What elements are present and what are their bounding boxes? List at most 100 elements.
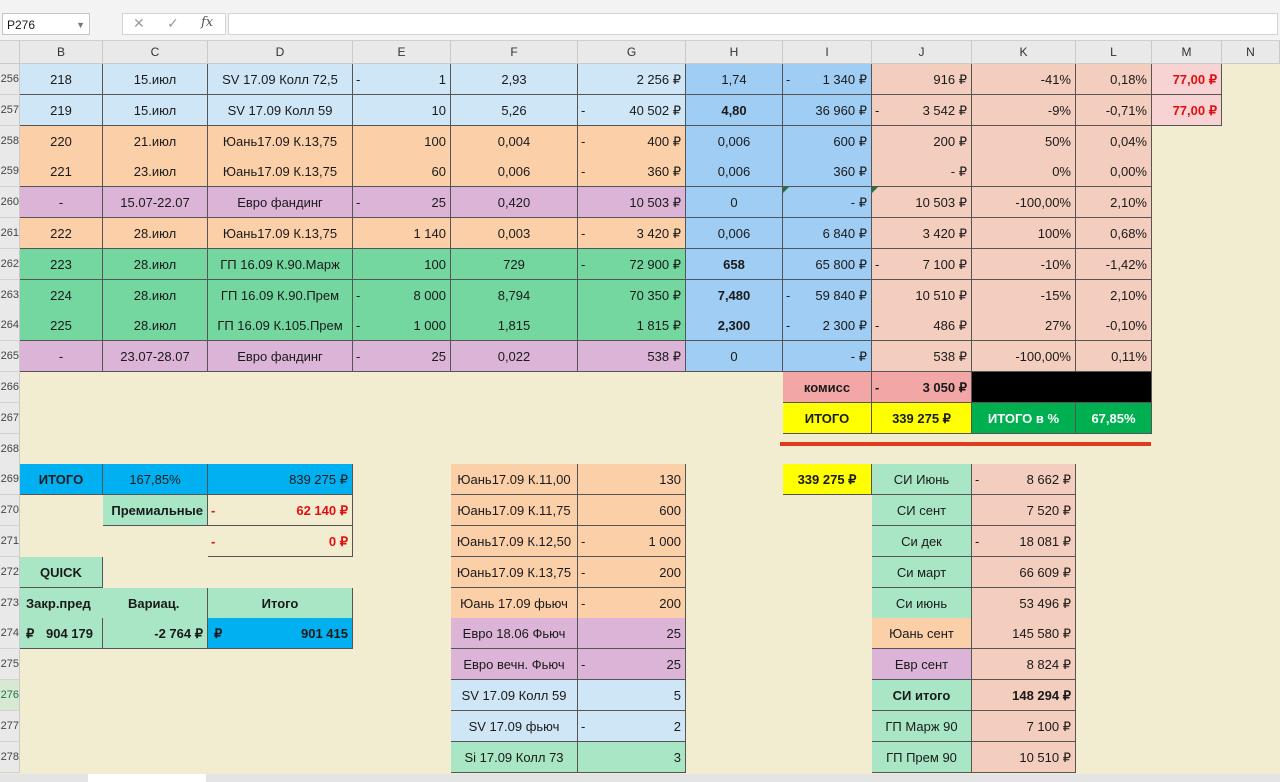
amount-cell[interactable]: 1 815 ₽	[578, 310, 686, 342]
price-cell[interactable]: 8,794	[451, 279, 578, 311]
share-cell[interactable]: 0,04%	[1076, 125, 1152, 157]
share-cell[interactable]: 0,11%	[1076, 341, 1152, 373]
position-qty-cell[interactable]: - 200	[578, 556, 686, 588]
share-cell[interactable]: 0,68%	[1076, 218, 1152, 249]
total-label[interactable]: ИТОГО	[783, 402, 872, 434]
contract-name-cell[interactable]: Си июнь	[872, 587, 972, 619]
position-name-cell[interactable]: Евро вечн. Фьюч	[451, 649, 578, 681]
price-cell[interactable]: 729	[451, 248, 578, 280]
position-qty-cell[interactable]: 130	[578, 464, 686, 496]
row-header-272[interactable]: 272	[0, 556, 20, 588]
position-name-cell[interactable]: Юань 17.09 фьюч	[451, 587, 578, 619]
price-cell[interactable]: 1,815	[451, 310, 578, 342]
instrument-cell[interactable]: Евро фандинг	[208, 187, 353, 219]
percent-cell[interactable]: -100,00%	[972, 187, 1076, 219]
trade-date-cell[interactable]: 21.июл	[103, 125, 208, 157]
summary-total-sum[interactable]: 839 275 ₽	[208, 464, 353, 496]
profit-cell[interactable]: 10 503 ₽	[872, 187, 972, 219]
column-header-e[interactable]: E	[353, 41, 451, 64]
amount-cell[interactable]: 10 503 ₽	[578, 187, 686, 219]
profit-cell[interactable]: 3 420 ₽	[872, 218, 972, 249]
grand-total-cell[interactable]: ₽901 415	[208, 618, 353, 650]
column-header-l[interactable]: L	[1076, 41, 1152, 64]
contract-value-cell[interactable]: 10 510 ₽	[972, 741, 1076, 773]
amount-cell[interactable]: - 3 420 ₽	[578, 218, 686, 249]
row-header-256[interactable]: 256	[0, 64, 20, 95]
quantity-cell[interactable]: - 25	[353, 187, 451, 219]
position-qty-cell[interactable]: 5	[578, 680, 686, 711]
quantity-cell[interactable]: 10	[353, 94, 451, 126]
amount-cell[interactable]: - 72 900 ₽	[578, 248, 686, 280]
insert-function-icon[interactable]: fx	[201, 15, 213, 30]
trade-number-cell[interactable]: 220	[20, 125, 103, 157]
row-header-263[interactable]: 263	[0, 279, 20, 311]
cancel-icon[interactable]: ✕	[133, 15, 145, 32]
position-qty-cell[interactable]: 3	[578, 741, 686, 773]
share-cell[interactable]: 2,10%	[1076, 279, 1152, 311]
trade-number-cell[interactable]: -	[20, 341, 103, 373]
percent-cell[interactable]: 0%	[972, 156, 1076, 188]
percent-cell[interactable]: -10%	[972, 248, 1076, 280]
contract-name-cell[interactable]: Юань сент	[872, 618, 972, 650]
trade-date-cell[interactable]: 28.июл	[103, 218, 208, 249]
name-box[interactable]: P276 ▼	[2, 13, 90, 35]
quantity-cell[interactable]: -1	[353, 64, 451, 95]
trade-number-cell[interactable]: 218	[20, 64, 103, 95]
trade-date-cell[interactable]: 15.июл	[103, 94, 208, 126]
instrument-cell[interactable]: SV 17.09 Колл 72,5	[208, 64, 353, 95]
quantity-cell[interactable]: 1 140	[353, 218, 451, 249]
current-price-cell[interactable]: 0	[686, 341, 783, 373]
contract-name-cell[interactable]: ГП Марж 90	[872, 710, 972, 742]
column-header-c[interactable]: C	[103, 41, 208, 64]
position-name-cell[interactable]: Si 17.09 Колл 73	[451, 741, 578, 773]
trade-number-cell[interactable]: 222	[20, 218, 103, 249]
quantity-cell[interactable]: - 25	[353, 341, 451, 373]
percent-cell[interactable]: 27%	[972, 310, 1076, 342]
sheet-tab[interactable]	[88, 774, 206, 782]
contract-name-cell[interactable]: ГП Прем 90	[872, 741, 972, 773]
row-header-264[interactable]: 264	[0, 310, 20, 342]
rate-cell[interactable]: 77,00 ₽	[1152, 94, 1222, 126]
row-header-270[interactable]: 270	[0, 495, 20, 527]
current-price-cell[interactable]: 4,80	[686, 94, 783, 126]
column-header-b[interactable]: B	[20, 41, 103, 64]
row-header-274[interactable]: 274	[0, 618, 20, 650]
contract-name-cell[interactable]: СИ итого	[872, 680, 972, 711]
price-cell[interactable]: 0,004	[451, 125, 578, 157]
contract-value-cell[interactable]: 148 294 ₽	[972, 680, 1076, 711]
column-header-n[interactable]: N	[1222, 41, 1280, 64]
profit-cell[interactable]: 916 ₽	[872, 64, 972, 95]
instrument-cell[interactable]: ГП 16.09 К.90.Прем	[208, 279, 353, 311]
position-qty-cell[interactable]: - 25	[578, 649, 686, 681]
row-header-267[interactable]: 267	[0, 402, 20, 434]
trade-number-cell[interactable]: 219	[20, 94, 103, 126]
amount-cell[interactable]: 2 256 ₽	[578, 64, 686, 95]
quantity-cell[interactable]: 100	[353, 248, 451, 280]
quick-label[interactable]: QUICK	[20, 556, 103, 588]
current-amount-cell[interactable]: 65 800 ₽	[783, 248, 872, 280]
instrument-cell[interactable]: Юань17.09 К.13,75	[208, 218, 353, 249]
current-price-cell[interactable]: 658	[686, 248, 783, 280]
current-amount-cell[interactable]: - ₽	[783, 187, 872, 219]
trade-date-cell[interactable]: 23.июл	[103, 156, 208, 188]
price-cell[interactable]: 5,26	[451, 94, 578, 126]
column-header-m[interactable]: M	[1152, 41, 1222, 64]
trade-date-cell[interactable]: 15.07-22.07	[103, 187, 208, 219]
current-amount-cell[interactable]: - 2 300 ₽	[783, 310, 872, 342]
row-header-269[interactable]: 269	[0, 464, 20, 496]
right-total-value[interactable]: 339 275 ₽	[783, 464, 872, 496]
contract-value-cell[interactable]: 145 580 ₽	[972, 618, 1076, 650]
percent-cell[interactable]: 100%	[972, 218, 1076, 249]
row-header-259[interactable]: 259	[0, 156, 20, 188]
position-name-cell[interactable]: Юань17.09 К.11,75	[451, 495, 578, 527]
row-header-258[interactable]: 258	[0, 125, 20, 157]
profit-cell[interactable]: - 7 100 ₽	[872, 248, 972, 280]
commission-value[interactable]: - 3 050 ₽	[872, 372, 972, 403]
profit-cell[interactable]: - ₽	[872, 156, 972, 188]
row-header-275[interactable]: 275	[0, 649, 20, 681]
premium-label[interactable]: Премиальные	[103, 495, 208, 527]
trade-date-cell[interactable]: 15.июл	[103, 64, 208, 95]
instrument-cell[interactable]: Юань17.09 К.13,75	[208, 156, 353, 188]
contract-value-cell[interactable]: - 18 081 ₽	[972, 526, 1076, 557]
price-cell[interactable]: 2,93	[451, 64, 578, 95]
